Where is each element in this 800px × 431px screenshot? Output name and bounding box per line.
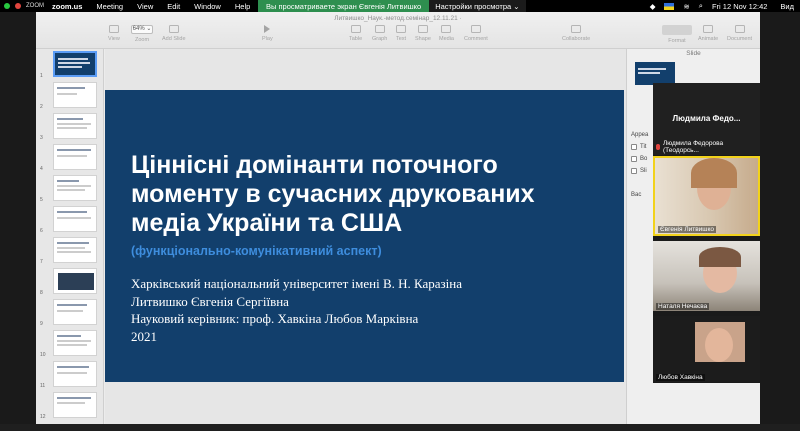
inspector-heading: Slide (686, 50, 701, 57)
slide-canvas[interactable]: Ціннісні домінанти поточного моменту в с… (105, 49, 626, 431)
participants-panel: Людмила Федо... Людмила Федорова (Теодор… (653, 83, 760, 383)
collaborate-button[interactable]: Collaborate (562, 25, 590, 42)
wifi-icon[interactable]: ≋ (683, 2, 689, 11)
slide-thumbnail[interactable]: 3 (36, 112, 103, 142)
menu-app[interactable]: zoom.us (52, 2, 82, 11)
text-icon (396, 25, 407, 33)
dropbox-icon[interactable]: ◆ (650, 2, 656, 11)
participant-tile-speaker[interactable]: Людмила Федо... Людмила Федорова (Теодор… (653, 83, 760, 155)
shape-button[interactable]: Shape (415, 25, 431, 42)
slide-thumbnail[interactable]: 8 (36, 267, 103, 297)
participant-name: Наталя Нечаєва (656, 303, 710, 310)
plus-icon (168, 25, 179, 33)
slide-thumbnail[interactable]: 9 (36, 298, 103, 328)
zoom-control[interactable]: 64% ⌄ Zoom (131, 25, 153, 43)
participant-tile[interactable]: Любов Хавкіна (653, 316, 760, 382)
comment-button[interactable]: Comment (464, 25, 488, 42)
slide-subtitle[interactable]: (функціонально-комунікативний аспект) (131, 244, 382, 258)
menu-window[interactable]: Window (194, 2, 221, 11)
body-checkbox[interactable] (631, 156, 637, 162)
video-feed (695, 322, 745, 362)
play-button[interactable]: Play (262, 25, 273, 42)
document-title: Литвишко_Наук.-метод.семінар_12.11.21 · (334, 15, 462, 22)
slide-thumbnail[interactable]: 6 (36, 205, 103, 235)
slide-navigator[interactable]: 1 2 3 4 5 6 7 8 9 10 11 12 (36, 49, 104, 431)
format-button[interactable]: Format (662, 25, 692, 44)
participant-name: Євгенія Литвишко (658, 226, 717, 233)
add-slide-button[interactable]: Add Slide (162, 25, 186, 42)
table-icon (350, 25, 361, 33)
animate-button[interactable]: Animate (698, 25, 718, 42)
participant-display-name: Людмила Федо... (672, 114, 741, 123)
slide-thumbnail[interactable]: 1 (36, 50, 103, 80)
slide-thumbnail[interactable]: 12 (36, 391, 103, 421)
document-button[interactable]: Document (727, 25, 752, 42)
search-icon[interactable]: ⌕ (699, 1, 703, 11)
collaborate-icon (571, 25, 582, 33)
slide-thumbnail[interactable]: 5 (36, 174, 103, 204)
menu-view[interactable]: View (137, 2, 153, 11)
slide-thumbnail[interactable]: 7 (36, 236, 103, 266)
view-menu[interactable]: Вид (776, 2, 794, 11)
screen: Литвишко_Наук.-метод.семінар_12.11.21 · … (0, 0, 800, 431)
animate-icon (703, 25, 714, 33)
participant-name: Любов Хавкіна (656, 374, 705, 381)
slide-title[interactable]: Ціннісні домінанти поточного моменту в с… (131, 151, 611, 238)
play-icon (264, 25, 271, 33)
slide-body[interactable]: Харківський національний університет іме… (131, 275, 462, 345)
menu-help[interactable]: Help (235, 2, 250, 11)
background-label: Bac (631, 192, 642, 198)
keyboard-layout-icon[interactable] (664, 2, 675, 10)
slide-thumbnail[interactable]: 2 (36, 81, 103, 111)
text-button[interactable]: Text (396, 25, 406, 42)
menu-edit[interactable]: Edit (167, 2, 180, 11)
table-button[interactable]: Table (349, 25, 362, 42)
title-option: Tit (640, 144, 647, 150)
slide-number-option: Sli (640, 168, 647, 174)
view-button[interactable]: View (108, 25, 120, 42)
participant-tile-active[interactable]: Євгенія Литвишко (653, 156, 760, 236)
view-icon (108, 25, 119, 33)
zoom-value[interactable]: 64% ⌄ (131, 25, 153, 34)
appearance-label: Appea (631, 132, 649, 138)
media-button[interactable]: Media (439, 25, 454, 42)
comment-icon (470, 25, 481, 33)
current-slide[interactable]: Ціннісні домінанти поточного моменту в с… (105, 90, 624, 382)
slide-thumbnail[interactable]: 10 (36, 329, 103, 359)
zoom-bottom-toolbar (0, 424, 800, 431)
mac-menu-bar: zoom.us Meeting View Edit Window Help ◆ … (0, 0, 800, 12)
body-option: Bo (640, 156, 648, 162)
format-icon (662, 25, 692, 35)
participant-tile[interactable]: Наталя Нечаєва (653, 241, 760, 311)
slide-thumbnail[interactable]: 11 (36, 360, 103, 390)
graph-button[interactable]: Graph (372, 25, 387, 42)
graph-icon (374, 25, 385, 33)
title-checkbox[interactable] (631, 144, 637, 150)
slide-layout-preview[interactable] (635, 62, 675, 85)
slide-number-checkbox[interactable] (631, 168, 637, 174)
document-icon (734, 25, 745, 33)
muted-mic-icon (656, 144, 660, 150)
datetime[interactable]: Fri 12 Nov 12:42 (712, 2, 767, 11)
menu-meeting[interactable]: Meeting (96, 2, 123, 11)
keynote-window: Литвишко_Наук.-метод.семінар_12.11.21 · … (36, 12, 760, 431)
slide-thumbnail[interactable]: 4 (36, 143, 103, 173)
keynote-toolbar: Литвишко_Наук.-метод.семінар_12.11.21 · … (36, 12, 760, 49)
media-icon (441, 25, 452, 33)
participant-name: Людмила Федорова (Теодорсь... (662, 140, 724, 154)
shape-icon (417, 25, 428, 33)
